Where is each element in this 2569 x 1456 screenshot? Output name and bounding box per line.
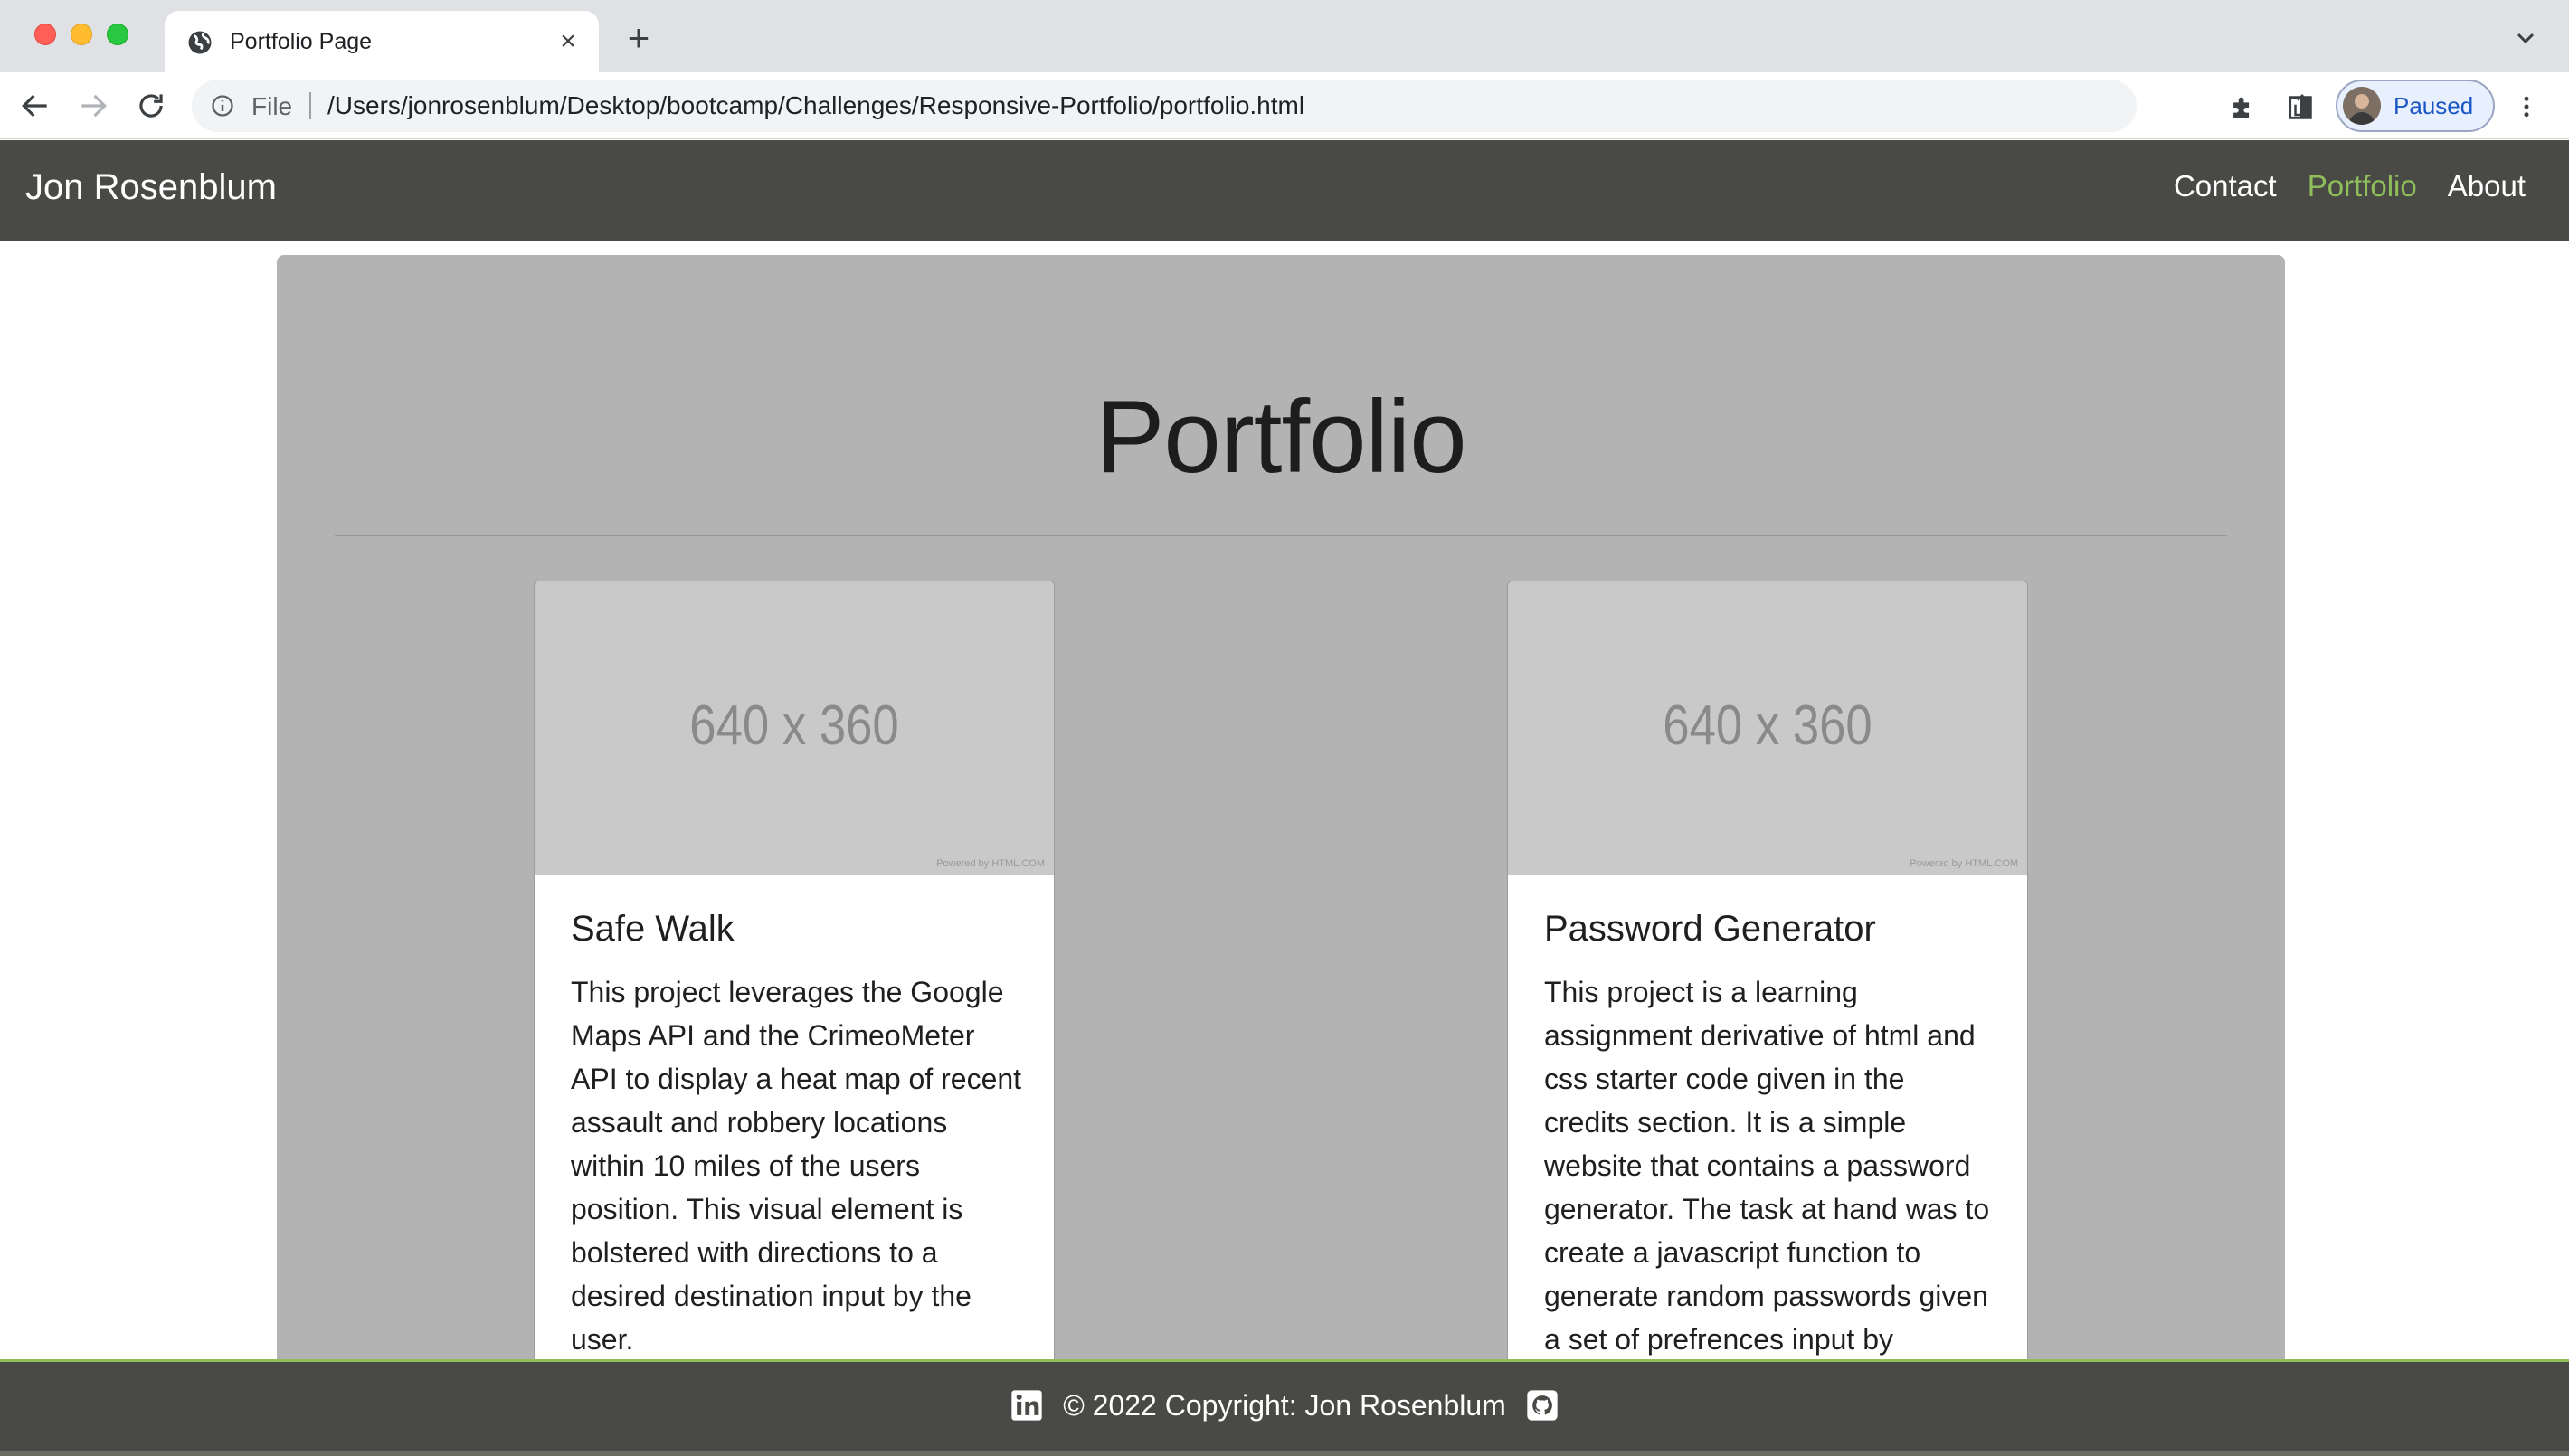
tab-close-icon[interactable]: ×	[554, 27, 583, 56]
browser-tab[interactable]: Portfolio Page ×	[165, 11, 599, 72]
site-brand[interactable]: Jon Rosenblum	[25, 167, 277, 208]
linkedin-icon[interactable]	[1009, 1387, 1045, 1423]
project-image-placeholder: 640 x 360 Powered by HTML.COM	[1508, 581, 2027, 875]
footer-copyright: © 2022 Copyright: Jon Rosenblum	[1063, 1388, 1506, 1422]
footer-content: © 2022 Copyright: Jon Rosenblum	[0, 1387, 2569, 1423]
card-text: This project is a learning assignment de…	[1544, 976, 1990, 1356]
card-text: This project leverages the Google Maps A…	[571, 976, 1022, 1356]
url-text[interactable]: /Users/jonrosenblum/Desktop/bootcamp/Cha…	[327, 91, 1304, 120]
tab-title: Portfolio Page	[230, 29, 373, 54]
back-arrow-icon[interactable]	[18, 89, 52, 123]
extensions-puzzle-icon[interactable]	[2227, 92, 2258, 123]
site-navbar: Jon Rosenblum Contact Portfolio About	[0, 140, 2569, 241]
site-footer: © 2022 Copyright: Jon Rosenblum	[0, 1359, 2569, 1456]
image-placeholder-label: 640 x 360	[1663, 695, 1872, 757]
image-credit: Powered by HTML.COM	[936, 858, 1045, 869]
reload-icon[interactable]	[134, 89, 168, 123]
project-card-safe-walk: 640 x 360 Powered by HTML.COM Safe Walk …	[534, 581, 1055, 1395]
more-menu-icon[interactable]	[2513, 90, 2540, 123]
project-card-password-generator: 640 x 360 Powered by HTML.COM Password G…	[1507, 581, 2028, 1395]
new-tab-button[interactable]: +	[622, 19, 655, 57]
avatar	[2343, 87, 2381, 125]
scheme-divider	[309, 92, 311, 119]
desktop-strip	[0, 1451, 2569, 1456]
profile-status-label: Paused	[2394, 92, 2474, 119]
side-panel-icon[interactable]	[2285, 92, 2316, 123]
globe-icon	[188, 31, 212, 54]
forward-arrow-icon[interactable]	[76, 89, 110, 123]
image-credit: Powered by HTML.COM	[1910, 858, 2018, 869]
github-icon[interactable]	[1524, 1387, 1560, 1423]
nav-links: Contact Portfolio About	[2174, 169, 2526, 203]
nav-link-about[interactable]: About	[2448, 169, 2526, 203]
project-image-placeholder: 640 x 360 Powered by HTML.COM	[535, 581, 1054, 875]
card-title: Password Generator	[1544, 909, 1876, 949]
maximize-window-button[interactable]	[107, 24, 128, 45]
nav-link-portfolio[interactable]: Portfolio	[2308, 169, 2417, 203]
nav-link-contact[interactable]: Contact	[2174, 169, 2277, 203]
scheme-label: File	[251, 92, 293, 120]
address-bar[interactable]: File /Users/jonrosenblum/Desktop/bootcam…	[192, 80, 2375, 132]
close-window-button[interactable]	[34, 24, 56, 45]
minimize-window-button[interactable]	[71, 24, 92, 45]
divider	[335, 535, 2227, 536]
portfolio-jumbotron: Portfolio 640 x 360 Powered by HTML.COM …	[277, 255, 2285, 1395]
browser-toolbar: File /Users/jonrosenblum/Desktop/bootcam…	[0, 72, 2569, 139]
page-title: Portfolio	[1095, 380, 1466, 495]
browser-titlebar: Portfolio Page × +	[0, 0, 2569, 72]
info-icon[interactable]	[210, 93, 235, 118]
chevron-down-icon[interactable]	[2511, 24, 2540, 52]
image-placeholder-label: 640 x 360	[689, 695, 899, 757]
profile-button[interactable]: Paused	[2336, 80, 2495, 132]
card-title: Safe Walk	[571, 909, 735, 949]
